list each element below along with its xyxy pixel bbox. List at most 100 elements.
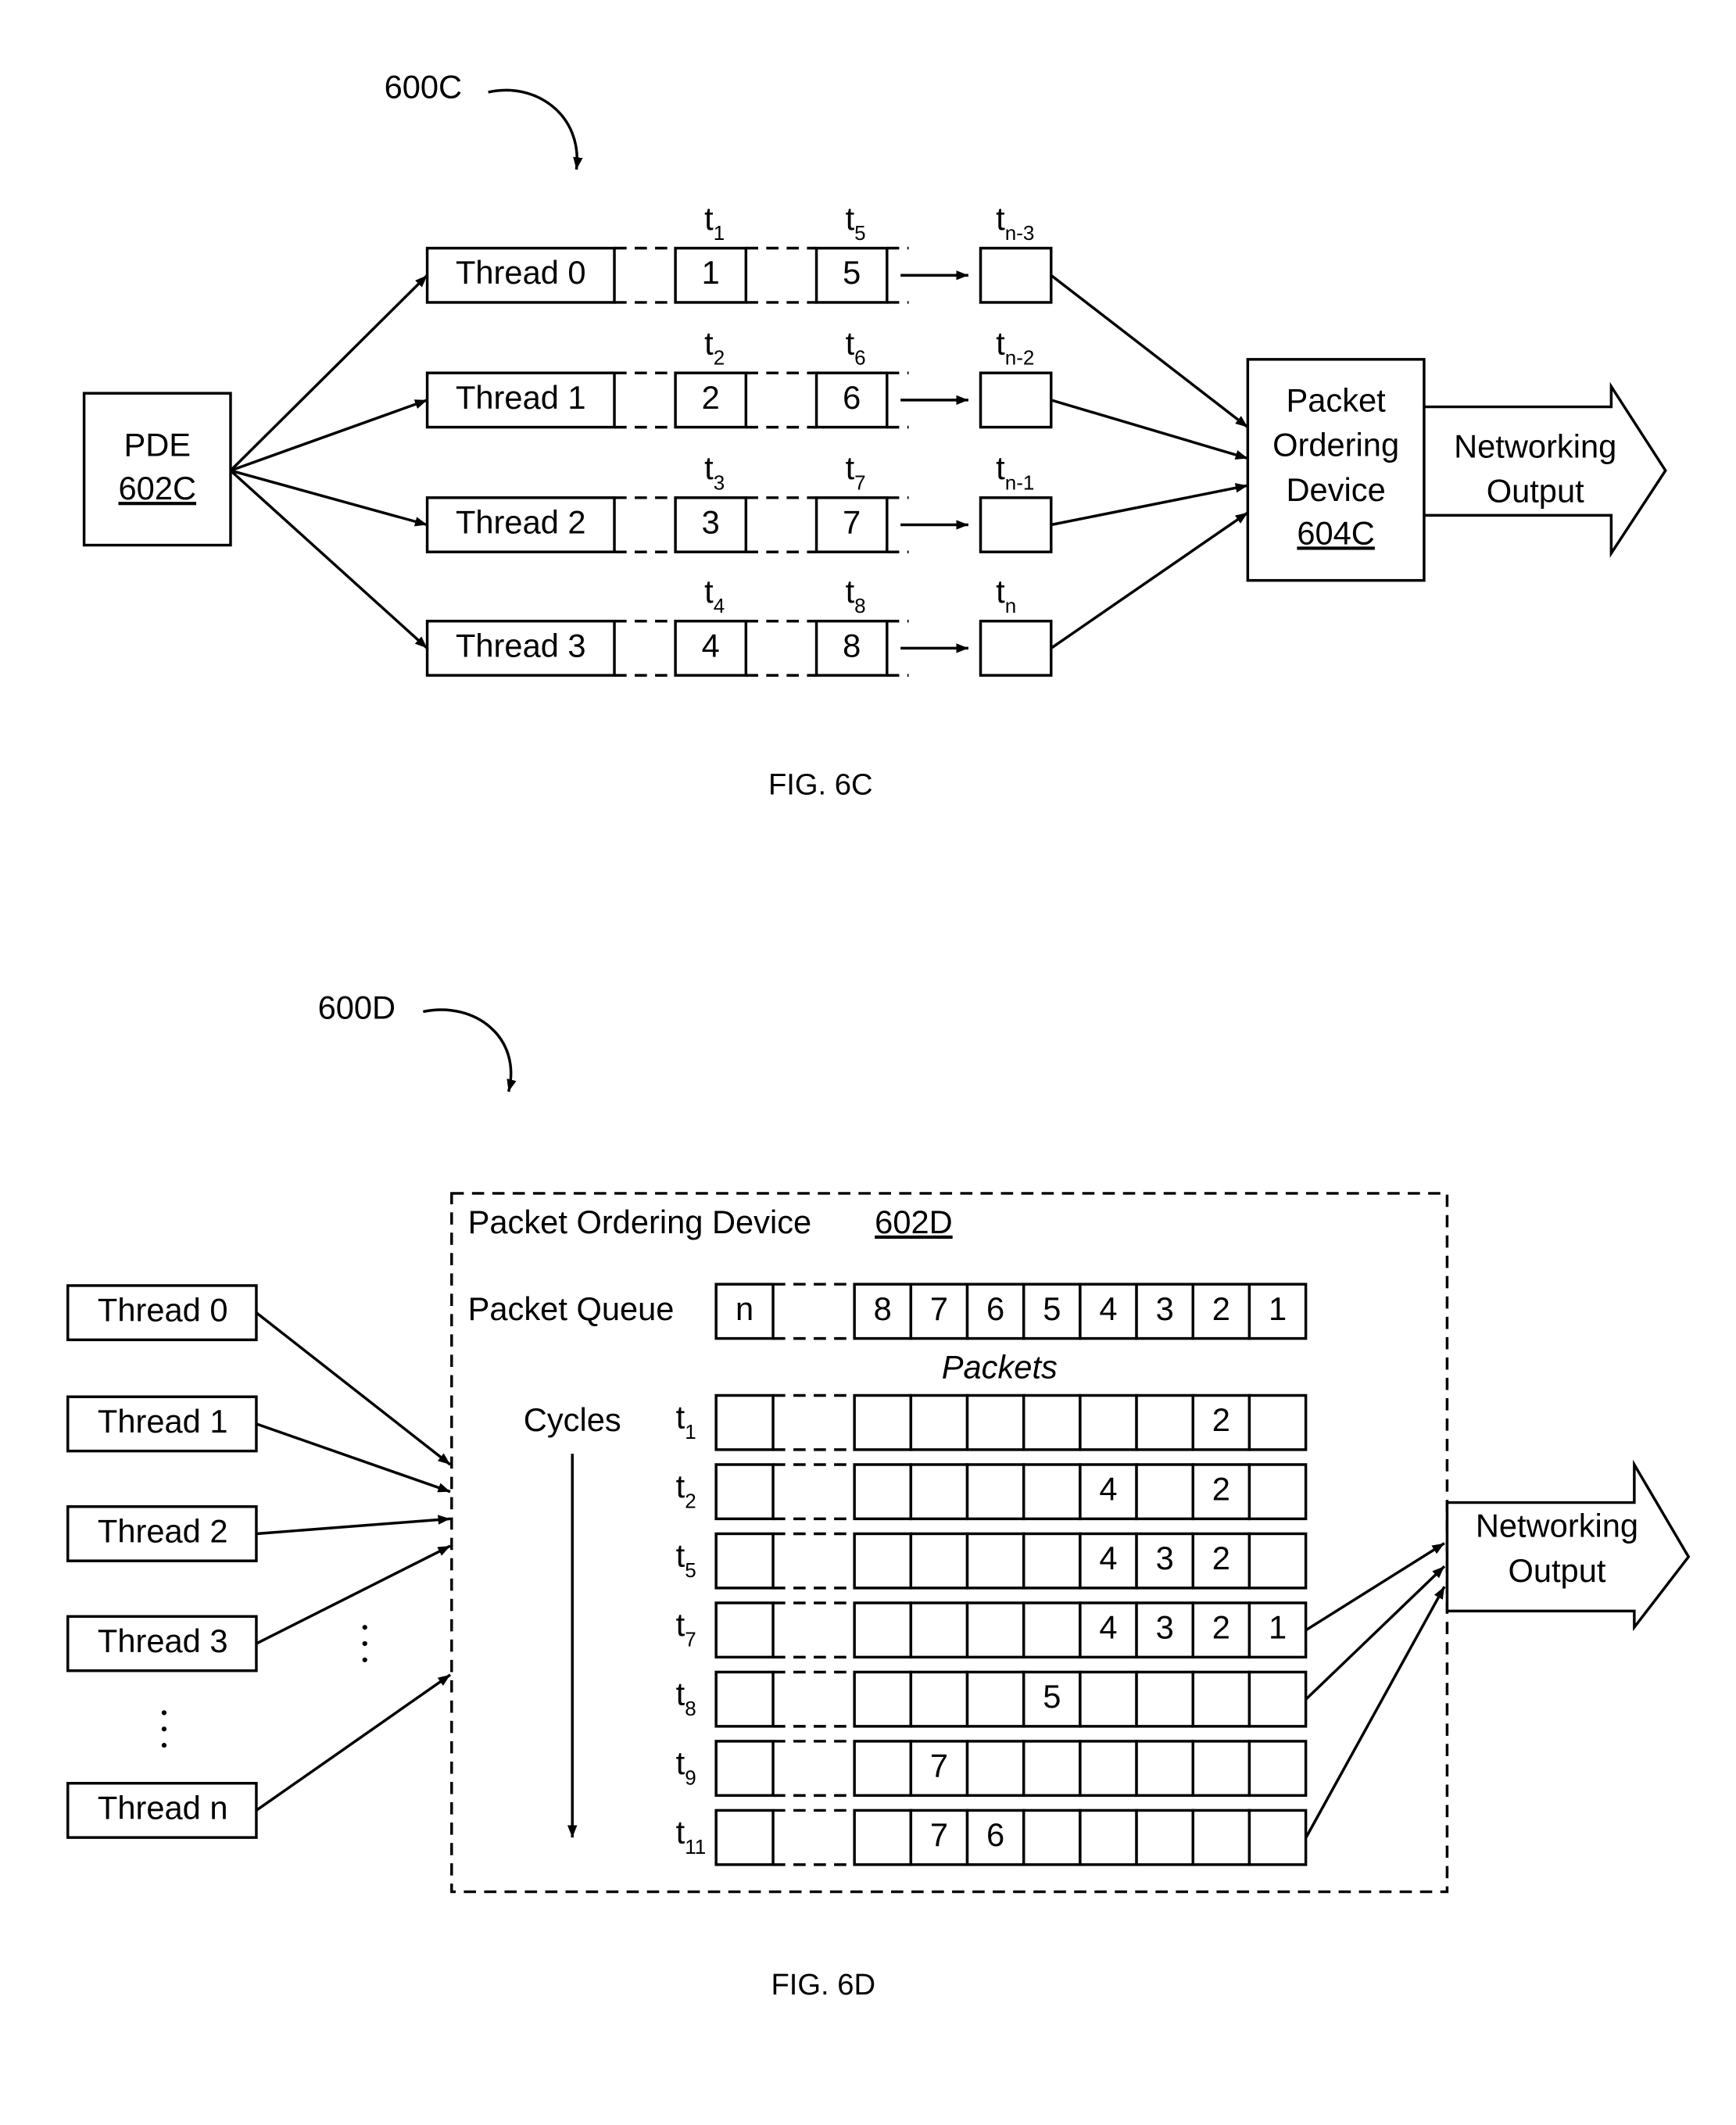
cycle-cell (1079, 1670, 1138, 1728)
time-subscript: n (1005, 594, 1016, 617)
slot-to-ordering-device-arrow (1051, 483, 1248, 527)
time-label: t1 (704, 200, 725, 245)
time-subscript: 7 (854, 470, 865, 494)
cycle-cell (853, 1393, 913, 1451)
cycle-cell (1247, 1670, 1308, 1728)
ordering-device-ref: 604C (1297, 514, 1375, 551)
figure-ref-600d: 600D (318, 989, 396, 1026)
time-base: t (676, 1814, 685, 1851)
device-ref: 602D (875, 1204, 953, 1240)
cycle-time-label: t9 (676, 1744, 696, 1789)
time-label: t n-2 (996, 324, 1034, 369)
thread-to-device-arrow (256, 1544, 451, 1645)
cycles-label: Cycles (524, 1401, 621, 1438)
packet-number: 6 (843, 379, 861, 416)
cycle-cell (965, 1670, 1025, 1728)
networking-output-label: Networking (1476, 1508, 1638, 1544)
time-subscript: n-2 (1005, 346, 1035, 370)
pde-ref: 602C (119, 470, 197, 506)
cycle-cell (1247, 1463, 1308, 1521)
time-subscript: 1 (714, 221, 725, 245)
empty-packet-slot (979, 371, 1053, 429)
cycle-time-label: t7 (676, 1606, 696, 1651)
ref-curve-arrow (488, 88, 583, 170)
time-label: tn (996, 573, 1016, 617)
time-label: t8 (846, 573, 866, 617)
thread-to-device-arrow (256, 1422, 451, 1494)
ellipsis-dot (161, 1743, 167, 1748)
cycle-time-label: t1 (676, 1399, 696, 1443)
pde-label: PDE (123, 427, 191, 463)
time-subscript: n-1 (1005, 470, 1035, 494)
packets-label: Packets (942, 1349, 1058, 1386)
cycle-packet-number: 3 (1156, 1609, 1174, 1646)
thread-label: Thread 3 (456, 627, 586, 664)
row-to-output-arrow (1305, 1586, 1446, 1838)
packet-number: 8 (843, 627, 861, 664)
cycle-cell (965, 1740, 1025, 1798)
time-base: t (846, 573, 855, 610)
time-label: t n-1 (996, 449, 1034, 494)
queue-packet-number: 8 (874, 1290, 892, 1327)
cycle-time-label: t5 (676, 1537, 696, 1582)
cycle-packet-number: 2 (1212, 1471, 1230, 1508)
cycle-packet-number: 7 (930, 1748, 948, 1784)
pde-to-thread-arrow (230, 399, 428, 472)
time-subscript: 5 (685, 1558, 696, 1582)
cycle-cell (965, 1532, 1025, 1590)
cycle-cell (1191, 1670, 1251, 1728)
cycle-cell (909, 1601, 969, 1659)
packet-number: 1 (702, 254, 720, 291)
queue-first-label: n (736, 1290, 753, 1327)
empty-packet-slot (979, 619, 1053, 677)
cycle-cell (1247, 1532, 1308, 1590)
cycle-cell (1022, 1740, 1082, 1798)
time-label: t7 (846, 449, 866, 494)
cycle-cell (1135, 1393, 1194, 1451)
cycle-time-label: t 11 (676, 1814, 707, 1858)
time-subscript: 7 (685, 1627, 696, 1651)
networking-output-label: Networking (1454, 428, 1616, 464)
queue-packet-number: 1 (1269, 1290, 1287, 1327)
cycle-cell (909, 1532, 969, 1590)
cycle-cell (1079, 1393, 1138, 1451)
packet-number: 4 (702, 627, 720, 664)
ordering-device-label: Ordering (1272, 427, 1399, 463)
cycle-cell (1079, 1808, 1138, 1866)
packet-number: 2 (702, 379, 720, 416)
empty-packet-slot (979, 246, 1053, 304)
cycle-packet-number: 1 (1269, 1609, 1287, 1646)
networking-output-arrow-shape (1423, 381, 1667, 558)
time-base: t (996, 573, 1005, 610)
cycle-cell (909, 1393, 969, 1451)
slot-to-ordering-device-arrow (1050, 511, 1249, 649)
time-subscript: 11 (685, 1835, 706, 1858)
thread-label: Thread 0 (98, 1292, 228, 1329)
time-base: t (846, 324, 855, 361)
cycle-packet-number: 3 (1156, 1540, 1174, 1576)
device-title: Packet Ordering Device (468, 1204, 812, 1240)
time-subscript: n-3 (1005, 221, 1035, 245)
empty-packet-slot (979, 496, 1053, 553)
thread-label: Thread 2 (456, 504, 586, 541)
time-subscript: 4 (714, 594, 725, 617)
first-slot (714, 1740, 775, 1798)
ellipsis-dot (362, 1640, 367, 1647)
patent-figure-page: 600C PDE 602C Thread 0 1 5 t 1 t 5 t n-3 Thread 126t… (0, 0, 1736, 2125)
time-subscript: 8 (685, 1697, 696, 1720)
cycle-cell (965, 1463, 1025, 1521)
time-label: t2 (704, 324, 725, 369)
cycle-cell (1135, 1670, 1194, 1728)
queue-packet-number: 4 (1099, 1290, 1117, 1327)
time-base: t (704, 324, 714, 361)
cycle-cell (1247, 1740, 1308, 1798)
ellipsis-dot (161, 1726, 167, 1732)
cycle-cell (1191, 1808, 1251, 1866)
time-label: t3 (704, 449, 725, 494)
cycle-time-label: t2 (676, 1468, 696, 1512)
time-label: t5 (846, 200, 866, 245)
cycle-cell (1022, 1463, 1082, 1521)
packet-number: 7 (843, 504, 861, 541)
packet-number: 3 (702, 504, 720, 541)
ellipsis-dot (161, 1710, 167, 1715)
